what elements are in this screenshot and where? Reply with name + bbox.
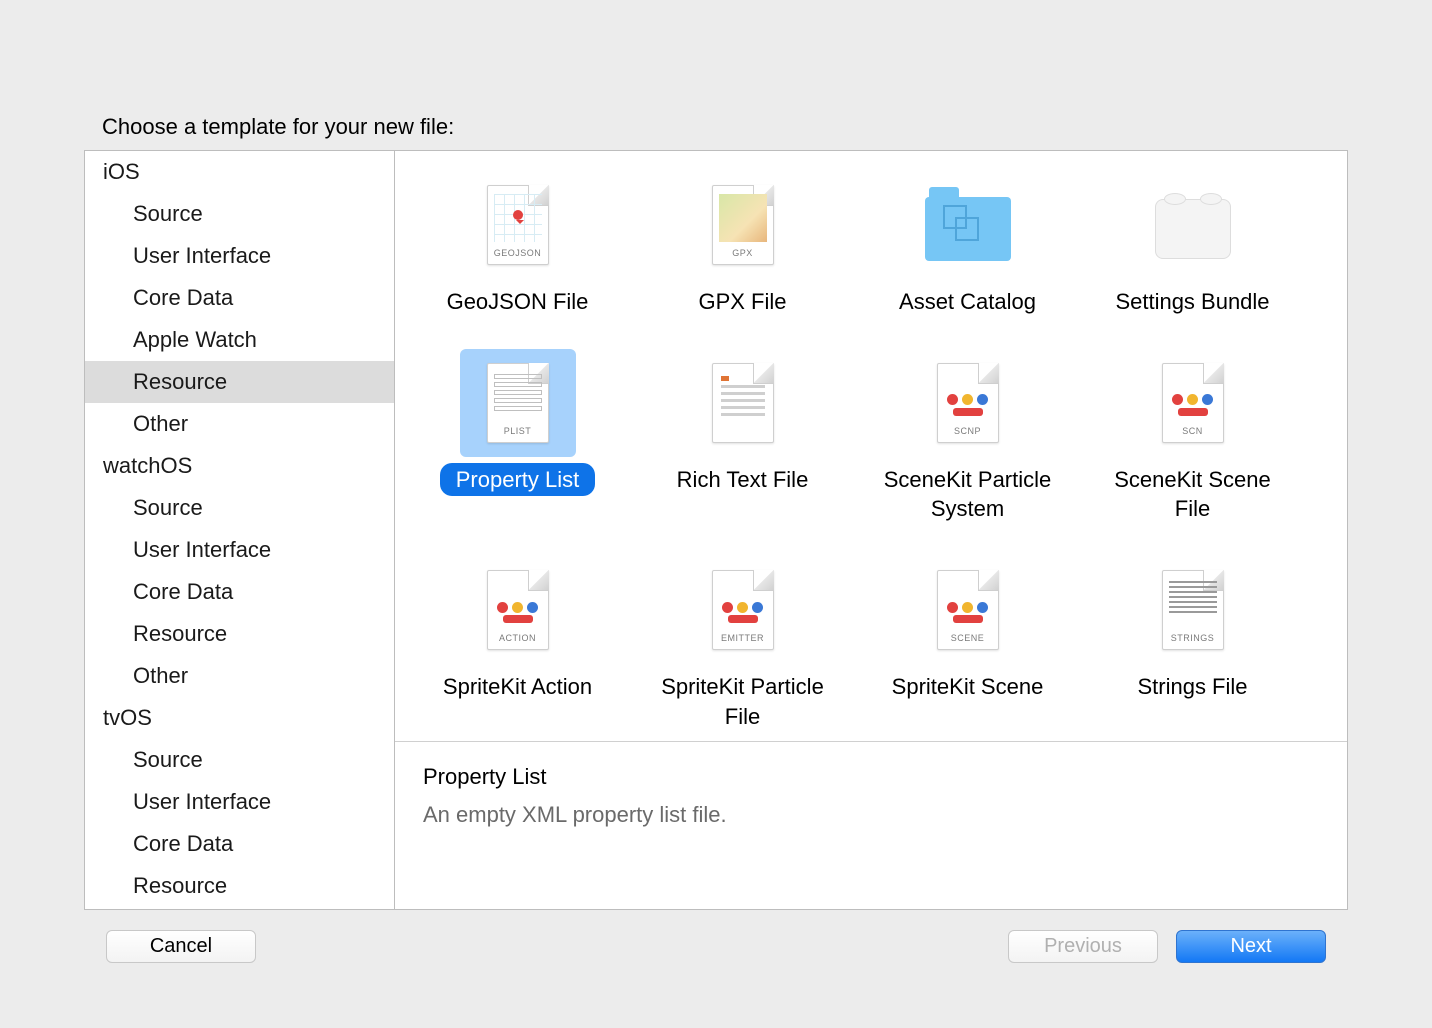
- template-geojson-file[interactable]: GEOJSON GeoJSON File: [405, 171, 630, 319]
- template-icon: ACTION: [460, 556, 576, 664]
- platform-tvos[interactable]: tvOS: [85, 697, 394, 739]
- platform-ios[interactable]: iOS: [85, 151, 394, 193]
- template-label: SceneKit Particle System: [855, 463, 1080, 526]
- template-icon: [1135, 171, 1251, 279]
- cancel-button[interactable]: Cancel: [106, 930, 256, 963]
- file-icon: GPX: [712, 185, 774, 265]
- template-icon: PLIST: [460, 349, 576, 457]
- category-resource[interactable]: Resource: [85, 613, 394, 655]
- file-icon: GEOJSON: [487, 185, 549, 265]
- template-label: SpriteKit Particle File: [630, 670, 855, 733]
- template-icon: GPX: [685, 171, 801, 279]
- category-resource[interactable]: Resource: [85, 361, 394, 403]
- category-sidebar[interactable]: iOSSourceUser InterfaceCore DataApple Wa…: [84, 150, 394, 910]
- template-label: Asset Catalog: [883, 285, 1052, 319]
- template-label: GPX File: [682, 285, 802, 319]
- category-source[interactable]: Source: [85, 739, 394, 781]
- file-icon: SCN: [1162, 363, 1224, 443]
- template-rich-text-file[interactable]: Rich Text File: [630, 349, 855, 526]
- sheet-title: Choose a template for your new file:: [82, 100, 1350, 150]
- template-spritekit-scene[interactable]: SCENE SpriteKit Scene: [855, 556, 1080, 733]
- category-user-interface[interactable]: User Interface: [85, 235, 394, 277]
- file-icon: [712, 363, 774, 443]
- category-core-data[interactable]: Core Data: [85, 277, 394, 319]
- template-label: Strings File: [1121, 670, 1263, 704]
- category-source[interactable]: Source: [85, 193, 394, 235]
- file-icon: EMITTER: [712, 570, 774, 650]
- template-label: SpriteKit Scene: [876, 670, 1060, 704]
- file-icon: STRINGS: [1162, 570, 1224, 650]
- category-other[interactable]: Other: [85, 403, 394, 445]
- description-title: Property List: [423, 764, 1319, 790]
- category-apple-watch[interactable]: Apple Watch: [85, 319, 394, 361]
- content-area: iOSSourceUser InterfaceCore DataApple Wa…: [82, 150, 1350, 910]
- category-core-data[interactable]: Core Data: [85, 571, 394, 613]
- template-description: Property List An empty XML property list…: [395, 741, 1347, 909]
- category-user-interface[interactable]: User Interface: [85, 529, 394, 571]
- template-icon: [685, 349, 801, 457]
- template-gpx-file[interactable]: GPX GPX File: [630, 171, 855, 319]
- template-scenekit-scene-file[interactable]: SCN SceneKit Scene File: [1080, 349, 1305, 526]
- template-icon: [910, 171, 1026, 279]
- previous-button[interactable]: Previous: [1008, 930, 1158, 963]
- template-label: Rich Text File: [661, 463, 825, 497]
- category-user-interface[interactable]: User Interface: [85, 781, 394, 823]
- folder-icon: [925, 197, 1011, 261]
- template-label: GeoJSON File: [431, 285, 605, 319]
- new-file-template-sheet: Choose a template for your new file: iOS…: [82, 100, 1350, 989]
- category-other[interactable]: Other: [85, 655, 394, 697]
- category-resource[interactable]: Resource: [85, 865, 394, 907]
- template-grid: GEOJSON GeoJSON File GPX GPX File Asset Cata…: [395, 151, 1347, 741]
- category-core-data[interactable]: Core Data: [85, 823, 394, 865]
- template-strings-file[interactable]: STRINGS Strings File: [1080, 556, 1305, 733]
- template-settings-bundle[interactable]: Settings Bundle: [1080, 171, 1305, 319]
- template-icon: STRINGS: [1135, 556, 1251, 664]
- template-spritekit-particle-file[interactable]: EMITTER SpriteKit Particle File: [630, 556, 855, 733]
- file-icon: SCENE: [937, 570, 999, 650]
- template-scenekit-particle-system[interactable]: SCNP SceneKit Particle System: [855, 349, 1080, 526]
- platform-watchos[interactable]: watchOS: [85, 445, 394, 487]
- template-spritekit-action[interactable]: ACTION SpriteKit Action: [405, 556, 630, 733]
- next-button[interactable]: Next: [1176, 930, 1326, 963]
- bundle-icon: [1155, 199, 1231, 259]
- template-label: SpriteKit Action: [427, 670, 608, 704]
- template-icon: SCN: [1135, 349, 1251, 457]
- footer-buttons: Cancel Previous Next: [82, 910, 1350, 989]
- template-asset-catalog[interactable]: Asset Catalog: [855, 171, 1080, 319]
- template-icon: SCNP: [910, 349, 1026, 457]
- description-subtitle: An empty XML property list file.: [423, 802, 1319, 828]
- template-icon: EMITTER: [685, 556, 801, 664]
- template-property-list[interactable]: PLIST Property List: [405, 349, 630, 526]
- category-source[interactable]: Source: [85, 487, 394, 529]
- file-icon: ACTION: [487, 570, 549, 650]
- main-panel: GEOJSON GeoJSON File GPX GPX File Asset Cata…: [394, 150, 1348, 910]
- template-icon: GEOJSON: [460, 171, 576, 279]
- template-icon: SCENE: [910, 556, 1026, 664]
- file-icon: SCNP: [937, 363, 999, 443]
- template-label: Settings Bundle: [1099, 285, 1285, 319]
- file-icon: PLIST: [487, 363, 549, 443]
- template-label: Property List: [440, 463, 596, 497]
- template-label: SceneKit Scene File: [1080, 463, 1305, 526]
